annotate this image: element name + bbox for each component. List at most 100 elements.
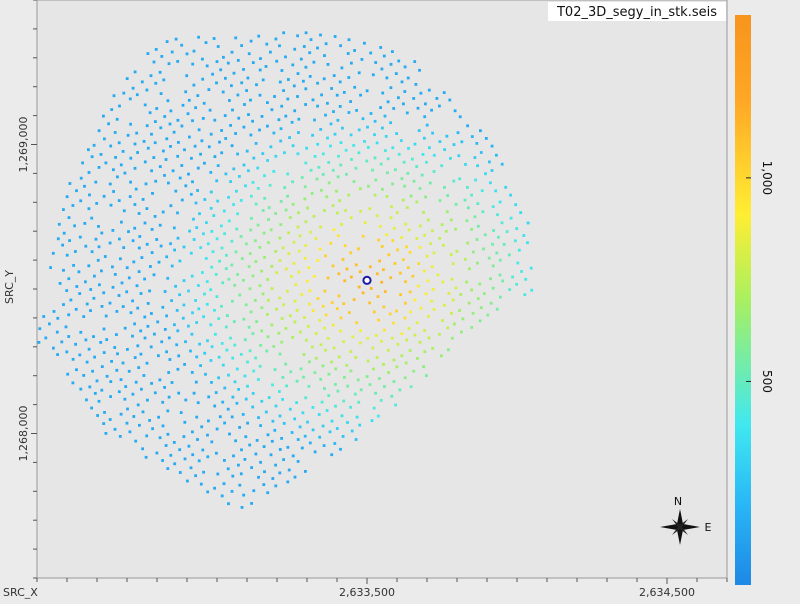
scatter-point xyxy=(363,41,366,45)
survey-map-plot[interactable]: 2,633,500 2,634,500 1,269,000 1,268,000 SRC_… xyxy=(0,0,800,600)
scatter-point xyxy=(389,121,392,125)
scatter-point xyxy=(280,317,284,320)
scatter-point xyxy=(242,493,246,497)
scatter-point xyxy=(155,238,159,241)
scatter-point xyxy=(75,285,79,288)
scatter-point xyxy=(243,338,247,342)
scatter-point xyxy=(386,157,390,161)
scatter-point xyxy=(115,310,119,313)
scatter-point xyxy=(296,225,300,229)
scatter-point xyxy=(141,198,145,201)
scatter-point xyxy=(143,336,147,340)
scatter-point xyxy=(108,241,112,245)
scatter-point xyxy=(307,266,311,269)
scatter-point xyxy=(126,133,130,137)
scatter-point xyxy=(93,274,96,278)
scatter-point xyxy=(316,46,319,50)
scatter-point xyxy=(224,76,227,80)
scatter-point xyxy=(298,425,302,429)
scatter-point xyxy=(202,315,205,319)
scatter-point xyxy=(326,63,330,66)
scatter-point xyxy=(251,405,255,409)
scatter-point xyxy=(366,359,370,363)
scatter-point xyxy=(382,363,385,366)
scatter-point xyxy=(215,427,219,431)
scatter-point xyxy=(308,289,312,293)
scatter-point xyxy=(321,364,325,368)
scatter-point xyxy=(269,50,272,54)
scatter-point xyxy=(352,180,356,183)
scatter-point xyxy=(100,305,104,308)
scatter-point xyxy=(341,258,345,261)
scatter-point xyxy=(231,108,234,112)
scatter-point xyxy=(220,151,224,155)
scatter-point xyxy=(205,302,209,306)
scatter-point xyxy=(206,455,210,459)
scatter-point xyxy=(514,239,517,243)
scatter-point xyxy=(332,346,336,350)
scatter-point xyxy=(139,292,143,295)
scatter-point xyxy=(326,136,329,140)
scatter-point xyxy=(415,165,419,168)
scatter-point xyxy=(207,88,211,91)
scatter-point xyxy=(209,359,213,362)
scatter-point xyxy=(383,385,386,388)
scatter-point xyxy=(248,287,252,291)
seismic-map-viewer: 2,633,500 2,634,500 1,269,000 1,268,000 SRC_… xyxy=(0,0,800,600)
scatter-point xyxy=(403,184,406,188)
scatter-point xyxy=(336,389,340,393)
scatter-point xyxy=(357,247,360,251)
selected-point-marker[interactable] xyxy=(362,275,372,285)
scatter-point xyxy=(473,215,477,219)
scatter-point xyxy=(304,396,308,400)
scatter-point xyxy=(167,181,170,185)
scatter-point xyxy=(274,37,278,41)
scatter-point xyxy=(75,368,78,372)
scatter-point xyxy=(209,323,213,327)
scatter-point xyxy=(381,126,384,130)
scatter-point xyxy=(394,72,398,75)
scatter-point xyxy=(311,309,315,313)
scatter-point xyxy=(324,113,327,117)
scatter-point xyxy=(332,74,336,77)
scatter-point xyxy=(144,182,148,186)
scatter-point xyxy=(129,156,133,160)
scatter-point xyxy=(287,252,291,255)
scatter-point xyxy=(235,227,239,231)
scatter-point xyxy=(267,396,271,399)
scatter-point xyxy=(191,62,195,66)
scatter-point xyxy=(461,317,465,321)
plot-area[interactable] xyxy=(36,0,728,579)
scatter-point xyxy=(284,114,288,118)
scatter-point xyxy=(235,367,239,371)
scatter-point xyxy=(470,326,474,329)
scatter-point xyxy=(277,331,281,335)
scatter-point xyxy=(153,215,157,218)
scatter-point xyxy=(443,148,446,151)
scatter-point xyxy=(121,150,125,153)
scatter-point xyxy=(170,50,174,54)
scatter-point xyxy=(87,207,91,211)
scatter-point xyxy=(240,506,244,509)
scatter-point xyxy=(386,100,390,104)
scatter-point xyxy=(183,457,187,461)
scatter-point xyxy=(368,383,372,386)
scatter-point xyxy=(255,83,258,87)
scatter-point xyxy=(203,292,206,296)
scatter-point xyxy=(355,415,359,419)
scatter-point xyxy=(266,313,269,316)
scatter-point xyxy=(142,374,146,377)
scatter-point xyxy=(320,400,324,404)
scatter-point xyxy=(293,417,297,421)
scatter-point xyxy=(391,239,395,242)
scatter-point xyxy=(330,301,334,304)
scatter-point xyxy=(368,207,372,211)
scatter-point xyxy=(390,394,394,398)
scatter-point xyxy=(357,128,361,132)
scatter-point xyxy=(206,339,209,343)
scatter-point xyxy=(184,184,188,188)
scatter-point xyxy=(121,361,125,365)
scatter-point xyxy=(323,54,326,57)
scatter-point xyxy=(174,37,178,41)
scatter-point xyxy=(511,275,514,279)
